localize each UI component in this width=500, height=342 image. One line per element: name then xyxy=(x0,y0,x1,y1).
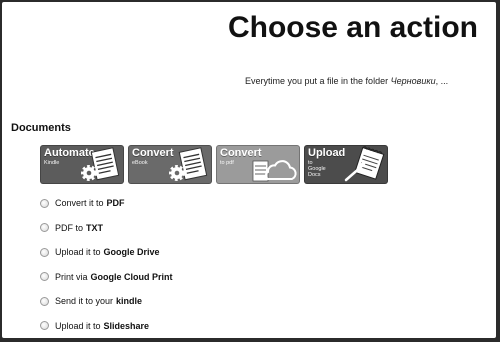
action-target: PDF xyxy=(106,198,125,209)
radio-button[interactable] xyxy=(40,198,49,208)
action-print-cloud-print[interactable]: Print via Google Cloud Print xyxy=(40,265,173,290)
document-gear-icon xyxy=(169,147,208,181)
action-prefix: Send it to your xyxy=(55,296,114,307)
action-target: TXT xyxy=(86,222,104,233)
tile-subtitle: to Google Docs xyxy=(308,160,326,178)
app-window: Choose an action Everytime you put a fil… xyxy=(2,2,496,338)
radio-button[interactable] xyxy=(40,247,49,257)
section-title: Documents xyxy=(11,122,71,134)
action-target: Google Cloud Print xyxy=(90,271,173,282)
intro-text: Everytime you put a file in the folder Ч… xyxy=(245,76,448,86)
action-upload-slideshare[interactable]: Upload it to Slideshare xyxy=(40,314,173,339)
notepad-pen-icon xyxy=(344,146,385,182)
radio-button[interactable] xyxy=(40,223,49,233)
tile-upload-google-docs[interactable]: Upload to Google Docs xyxy=(304,145,388,184)
action-target: Google Drive xyxy=(103,247,160,258)
action-convert-to-pdf[interactable]: Convert it to PDF xyxy=(40,191,173,216)
radio-button[interactable] xyxy=(40,296,49,306)
tile-subtitle: Kindle xyxy=(44,160,60,166)
tile-convert-ebook[interactable]: Convert eBook xyxy=(128,145,212,184)
action-pdf-to-txt[interactable]: PDF to TXT xyxy=(40,216,173,241)
tile-subtitle: to pdf xyxy=(220,160,234,166)
action-prefix: PDF to xyxy=(55,222,84,233)
radio-button[interactable] xyxy=(40,272,49,282)
tile-convert-to-pdf[interactable]: Convert to pdf xyxy=(216,145,300,184)
action-prefix: Convert it to xyxy=(55,198,104,209)
intro-prefix: Everytime you put a file in the folder xyxy=(245,76,389,86)
action-prefix: Upload it to xyxy=(55,320,101,331)
intro-suffix: , ... xyxy=(435,76,449,86)
action-target: Slideshare xyxy=(103,320,150,331)
action-send-to-kindle[interactable]: Send it to your kindle xyxy=(40,289,173,314)
action-upload-google-drive[interactable]: Upload it to Google Drive xyxy=(40,240,173,265)
radio-button[interactable] xyxy=(40,321,49,331)
intro-folder-name: Черновики xyxy=(390,76,436,86)
document-cloud-icon xyxy=(252,160,297,182)
action-target: kindle xyxy=(116,296,143,307)
document-gear-icon xyxy=(81,147,120,181)
page-title: Choose an action xyxy=(227,11,478,44)
action-tiles: Automate Kindle Convert eBook Convert to… xyxy=(40,145,388,185)
action-prefix: Upload it to xyxy=(55,247,101,258)
action-list: Convert it to PDF PDF to TXT Upload it t… xyxy=(40,191,173,338)
tile-automate-kindle[interactable]: Automate Kindle xyxy=(40,145,124,184)
action-prefix: Print via xyxy=(55,271,88,282)
tile-subtitle: eBook xyxy=(132,160,148,166)
